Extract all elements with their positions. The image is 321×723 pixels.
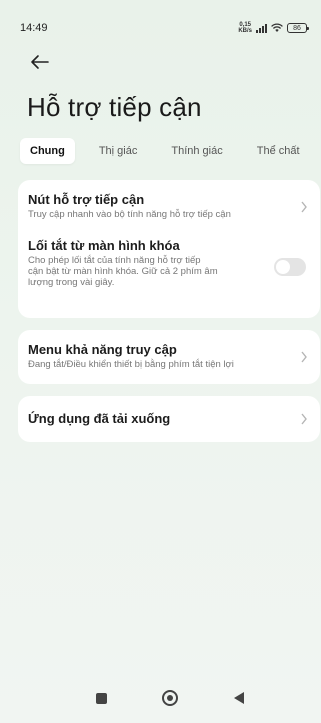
signal-icon	[256, 23, 267, 33]
setting-title: Menu khả năng truy cập	[28, 342, 177, 357]
chevron-right-icon	[301, 201, 307, 213]
status-icons: 0,15 KB/s 86	[238, 22, 309, 34]
tab-hearing[interactable]: Thính giác	[161, 138, 232, 164]
setting-title: Ứng dụng đã tải xuống	[28, 411, 171, 426]
arrow-left-icon[interactable]	[28, 52, 52, 72]
setting-subtitle: Đang tắt/Điều khiển thiết bị bằng phím t…	[28, 359, 234, 370]
setting-subtitle: Truy cập nhanh vào bộ tính năng hỗ trợ t…	[28, 209, 231, 220]
settings-card-menu: Menu khả năng truy cập Đang tắt/Điều khi…	[18, 330, 320, 384]
setting-subtitle-line: Cho phép lối tắt của tính năng hỗ trợ ti…	[28, 255, 201, 266]
system-nav-bar	[6, 689, 321, 709]
square-icon[interactable]	[96, 693, 107, 704]
tab-vision[interactable]: Thị giác	[89, 138, 148, 164]
setting-title: Nút hỗ trợ tiếp cận	[28, 192, 145, 207]
battery-level: 86	[293, 24, 301, 32]
network-speed-unit: KB/s	[238, 28, 252, 34]
toggle-knob	[276, 260, 290, 274]
setting-subtitle-line: lượng trong vài giây.	[28, 277, 115, 288]
setting-accessibility-button[interactable]: Nút hỗ trợ tiếp cận Truy cập nhanh vào b…	[18, 192, 320, 232]
circle-icon[interactable]	[162, 690, 178, 706]
screen: 14:49 0,15 KB/s 86 Hỗ trợ tiếp cận Chung…	[6, 0, 321, 723]
wifi-icon	[271, 23, 283, 32]
setting-lock-screen-shortcut: Lối tắt từ màn hình khóa Cho phép lối tắ…	[18, 238, 320, 302]
setting-downloaded-apps[interactable]: Ứng dụng đã tải xuống	[18, 411, 320, 429]
setting-subtitle-line: cận bật từ màn hình khóa. Giữ cả 2 phím …	[28, 266, 218, 277]
triangle-left-icon[interactable]	[234, 692, 244, 704]
tab-bar: Chung Thị giác Thính giác Thể chất	[20, 136, 320, 166]
chevron-right-icon	[301, 413, 307, 425]
page-title: Hỗ trợ tiếp cận	[27, 92, 202, 122]
tab-physical[interactable]: Thể chất	[247, 138, 310, 164]
settings-card-shortcuts: Nút hỗ trợ tiếp cận Truy cập nhanh vào b…	[18, 180, 320, 318]
battery-icon: 86	[287, 23, 309, 33]
chevron-right-icon	[301, 351, 307, 363]
status-bar: 14:49 0,15 KB/s 86	[20, 20, 309, 36]
setting-accessibility-menu[interactable]: Menu khả năng truy cập Đang tắt/Điều khi…	[18, 342, 320, 374]
tab-general[interactable]: Chung	[20, 138, 75, 164]
lock-screen-shortcut-toggle[interactable]	[274, 258, 306, 276]
setting-title: Lối tắt từ màn hình khóa	[28, 238, 180, 253]
status-time: 14:49	[20, 22, 48, 34]
settings-card-apps: Ứng dụng đã tải xuống	[18, 396, 320, 442]
network-speed: 0,15 KB/s	[238, 22, 252, 34]
